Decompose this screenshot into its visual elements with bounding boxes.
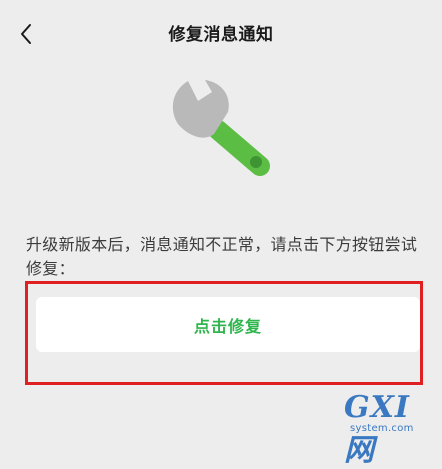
repair-button[interactable]: 点击修复	[36, 297, 420, 352]
header-bar: 修复消息通知	[0, 0, 442, 66]
hero-illustration	[160, 78, 280, 188]
watermark-sub-text: system.com	[350, 423, 414, 434]
page-title: 修复消息通知	[168, 25, 274, 45]
description-text: 升级新版本后，消息通知不正常，请点击下方按钮尝试修复：	[26, 235, 418, 278]
watermark-logo: GXI网 system.com	[340, 390, 440, 468]
wrench-icon	[172, 80, 270, 176]
